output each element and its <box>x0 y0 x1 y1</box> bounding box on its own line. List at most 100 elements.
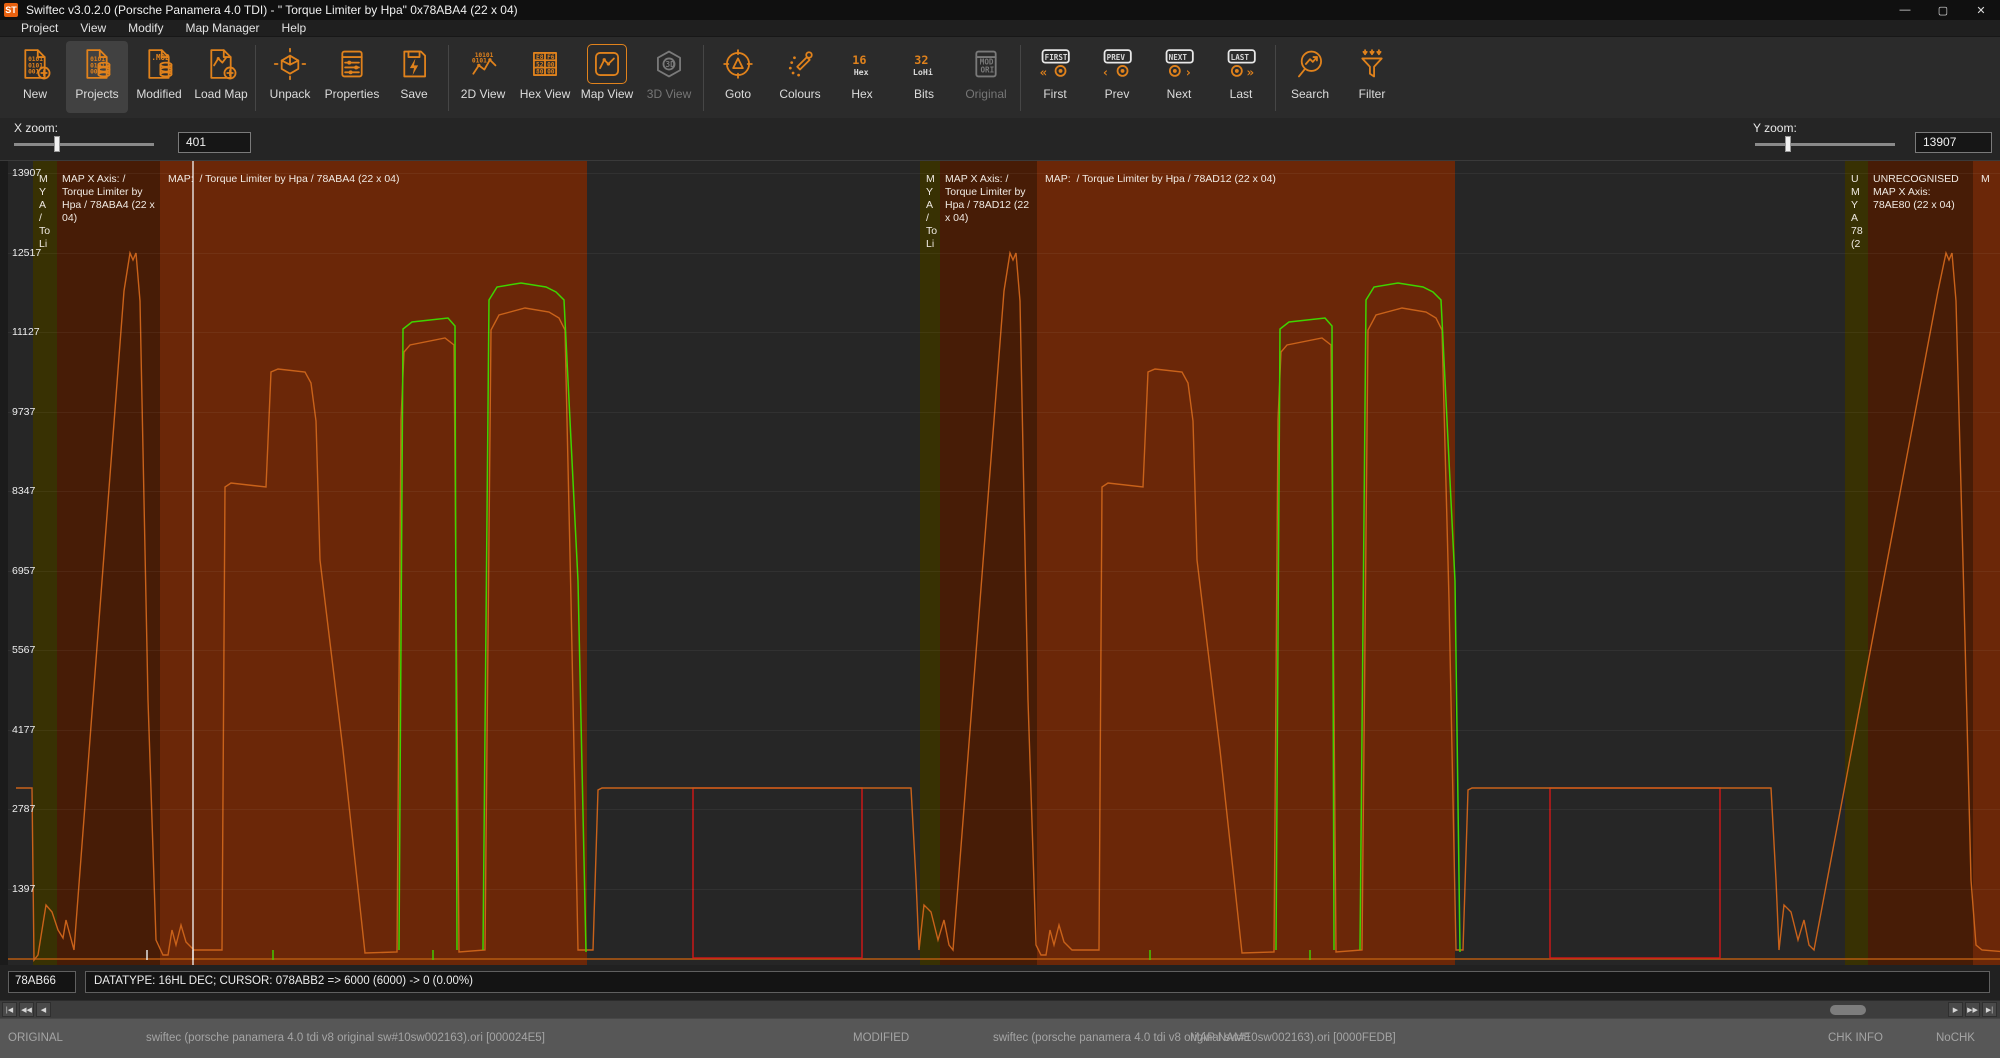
scroll-left-button-1-icon[interactable]: |◀ <box>2 1002 17 1017</box>
x-zoom-slider[interactable] <box>14 136 154 152</box>
scrollbar-thumb[interactable] <box>1830 1005 1866 1015</box>
window-title: Swiftec v3.0.2.0 (Porsche Panamera 4.0 T… <box>26 3 518 17</box>
toolbar-button-colours[interactable]: Colours <box>769 41 831 113</box>
goto-icon <box>718 44 758 84</box>
y-gridline <box>8 730 2000 731</box>
toolbar-button-filter[interactable]: Filter <box>1341 41 1403 113</box>
toolbar-button-label: Original <box>965 87 1006 101</box>
x-zoom-value-input[interactable]: 401 <box>178 132 251 153</box>
svg-text:3D: 3D <box>666 60 676 69</box>
menu-item-view[interactable]: View <box>69 21 117 35</box>
bits-32-icon: 32LoHi <box>904 44 944 84</box>
x-zoom-slider-track[interactable] <box>14 143 154 146</box>
scroll-left-button-2-icon[interactable]: ◀◀ <box>19 1002 34 1017</box>
horizontal-scrollbar[interactable]: |◀◀◀◀▶▶▶▶| <box>0 1000 2000 1018</box>
toolbar-separator <box>703 45 704 111</box>
toolbar-button-label: Hex View <box>520 87 570 101</box>
toolbar-button-load-map[interactable]: Load Map <box>190 41 252 113</box>
scroll-right-button-1-icon[interactable]: ▶ <box>1948 1002 1963 1017</box>
toolbar-button-original: MODORIOriginal <box>955 41 1017 113</box>
status-row: 78AB66 DATATYPE: 16HL DEC; CURSOR: 078AB… <box>0 965 2000 1000</box>
y-zoom-slider-thumb[interactable] <box>1785 136 1791 152</box>
y-gridline <box>8 412 2000 413</box>
toolbar-separator <box>1275 45 1276 111</box>
toolbar-button-unpack[interactable]: Unpack <box>259 41 321 113</box>
load-map-icon <box>201 44 241 84</box>
window-controls: — ▢ ✕ <box>1886 0 2000 20</box>
y-axis-label: 11127 <box>12 326 56 338</box>
menu-item-help[interactable]: Help <box>271 21 318 35</box>
bottom-status-bar: ORIGINALswiftec (porsche panamera 4.0 td… <box>0 1018 2000 1058</box>
properties-icon <box>332 44 372 84</box>
y-gridline <box>8 332 2000 333</box>
svg-text:0101: 0101 <box>472 58 487 65</box>
svg-text:ORI: ORI <box>980 65 994 74</box>
y-zoom-slider-track[interactable] <box>1755 143 1895 146</box>
toolbar-button-label: 2D View <box>461 87 505 101</box>
toolbar-button-2d-view[interactable]: 1010101012D View <box>452 41 514 113</box>
green-map-trace <box>399 318 457 950</box>
app-logo-icon: ST <box>4 3 18 17</box>
toolbar-button-label: Prev <box>1105 87 1130 101</box>
toolbar-button-label: Colours <box>779 87 820 101</box>
toolbar-button-label: Filter <box>1359 87 1386 101</box>
svg-text:FIRST: FIRST <box>1045 53 1068 62</box>
toolbar-separator <box>1020 45 1021 111</box>
last-icon: LAST» <box>1221 44 1261 84</box>
y-axis-label: 8347 <box>12 485 56 497</box>
y-zoom-value-input[interactable]: 13907 <box>1915 132 1992 153</box>
toolbar-button-label: First <box>1043 87 1066 101</box>
menu-item-modify[interactable]: Modify <box>117 21 174 35</box>
svg-text:PREV: PREV <box>1107 53 1126 62</box>
minimize-icon[interactable]: — <box>1886 0 1924 20</box>
svg-text:80: 80 <box>536 69 544 76</box>
toolbar-button-label: Goto <box>725 87 751 101</box>
scroll-right-button-2-icon[interactable]: ▶▶ <box>1965 1002 1980 1017</box>
modified-icon: .MOD <box>139 44 179 84</box>
toolbar-button-modified[interactable]: .MODModified <box>128 41 190 113</box>
address-input[interactable]: 78AB66 <box>8 971 76 993</box>
statusbar-field-3: MODIFIED <box>853 1032 909 1044</box>
cursor-info-field: DATATYPE: 16HL DEC; CURSOR: 078ABB2 => 6… <box>85 971 1990 993</box>
maximize-icon[interactable]: ▢ <box>1924 0 1962 20</box>
y-axis-label: 12517 <box>12 247 56 259</box>
y-gridline <box>8 809 2000 810</box>
toolbar-button-bits[interactable]: 32LoHiBits <box>893 41 955 113</box>
toolbar-button-label: Projects <box>75 87 118 101</box>
prev-icon: PREV‹ <box>1097 44 1137 84</box>
toolbar-button-projects[interactable]: 01010101001 Projects <box>66 41 128 113</box>
statusbar-field-6: CHK INFO <box>1828 1032 1883 1044</box>
svg-text:52: 52 <box>536 61 544 68</box>
toolbar-button-new[interactable]: 01010101001New <box>4 41 66 113</box>
toolbar-button-search[interactable]: Search <box>1279 41 1341 113</box>
x-zoom-slider-thumb[interactable] <box>54 136 60 152</box>
toolbar-button-next[interactable]: NEXT›Next <box>1148 41 1210 113</box>
toolbar-button-hex-view[interactable]: E8F652008000Hex View <box>514 41 576 113</box>
toolbar-button-last[interactable]: LAST»Last <box>1210 41 1272 113</box>
toolbar-button-save[interactable]: Save <box>383 41 445 113</box>
toolbar-button-goto[interactable]: Goto <box>707 41 769 113</box>
scroll-right-button-3-icon[interactable]: ▶| <box>1982 1002 1997 1017</box>
menu-bar: ProjectViewModifyMap ManagerHelp <box>0 20 2000 37</box>
toolbar-button-first[interactable]: FIRST«First <box>1024 41 1086 113</box>
green-map-trace <box>1360 283 1460 952</box>
y-axis-label: 2787 <box>12 803 56 815</box>
close-icon[interactable]: ✕ <box>1962 0 2000 20</box>
scroll-left-button-3-icon[interactable]: ◀ <box>36 1002 51 1017</box>
y-gridline <box>8 173 2000 174</box>
toolbar-button-properties[interactable]: Properties <box>321 41 383 113</box>
menu-item-project[interactable]: Project <box>10 21 69 35</box>
map-2d-chart[interactable]: M Y A / To LiMAP X Axis: / Torque Limite… <box>0 161 2000 965</box>
svg-text:F6: F6 <box>547 54 555 61</box>
svg-text:32: 32 <box>914 53 928 67</box>
y-zoom-label: Y zoom: <box>1753 121 1797 135</box>
svg-text:E8: E8 <box>536 54 544 61</box>
green-map-trace <box>1276 318 1334 950</box>
toolbar-button-prev[interactable]: PREV‹ Prev <box>1086 41 1148 113</box>
zoom-controls-row: X zoom: 401 Y zoom: 13907 <box>0 118 2000 161</box>
toolbar-button-hex[interactable]: 16HexHex <box>831 41 893 113</box>
menu-item-map-manager[interactable]: Map Manager <box>175 21 271 35</box>
projects-icon: 01010101001 <box>77 44 117 84</box>
y-zoom-slider[interactable] <box>1755 136 1895 152</box>
toolbar-button-map-view[interactable]: Map View <box>576 41 638 113</box>
